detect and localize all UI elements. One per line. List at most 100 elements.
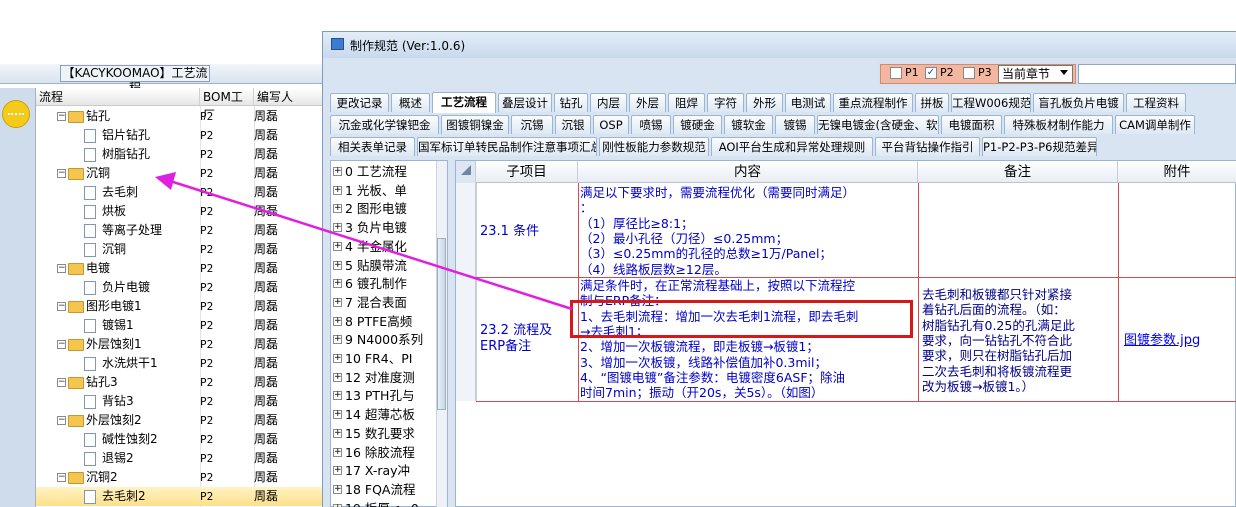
- chapter-item[interactable]: +8 PTFE高频: [333, 312, 447, 331]
- chat-bubble-icon[interactable]: [2, 100, 30, 128]
- tab-tabs_row1-8[interactable]: 字符: [707, 93, 744, 112]
- tree-row[interactable]: − 钻孔 P2 周磊: [36, 107, 326, 126]
- chapter-item[interactable]: +18 FQA流程: [333, 480, 447, 499]
- header-content[interactable]: 内容: [578, 161, 918, 183]
- row2-subitem-line1[interactable]: 23.2 流程及: [480, 323, 552, 338]
- tree-row[interactable]: 镀锡1 P2 周磊: [36, 316, 326, 335]
- search-input[interactable]: [1078, 64, 1236, 84]
- expand-toggle-icon[interactable]: −: [57, 169, 66, 178]
- tab-tabs_row2-12[interactable]: CAM调单制作: [1115, 115, 1195, 134]
- tab-tabs_row2-8[interactable]: 镀锡: [775, 115, 815, 134]
- tree-row[interactable]: 去毛刺 P2 周磊: [36, 183, 326, 202]
- chapter-item[interactable]: +9 N4000系列: [333, 330, 447, 349]
- column-header-author[interactable]: 编写人: [254, 88, 326, 106]
- p3-checkbox[interactable]: [963, 67, 975, 79]
- chapter-item[interactable]: +6 镀孔制作: [333, 274, 447, 293]
- expand-plus-icon[interactable]: +: [333, 279, 342, 289]
- chapter-item[interactable]: +0 工艺流程: [333, 162, 447, 181]
- chapter-item[interactable]: +7 混合表面: [333, 293, 447, 312]
- tab-tabs_row1-0[interactable]: 更改记录: [330, 93, 389, 112]
- tree-row[interactable]: − 沉铜2 P2 周磊: [36, 468, 326, 487]
- chapter-item[interactable]: +16 除胶流程: [333, 443, 447, 462]
- expand-plus-icon[interactable]: +: [333, 223, 342, 233]
- tree-row[interactable]: 去毛刺2 P2 周磊: [36, 487, 326, 506]
- tree-row[interactable]: − 电镀 P2 周磊: [36, 259, 326, 278]
- chevron-down-icon[interactable]: [1060, 70, 1068, 75]
- expand-plus-icon[interactable]: +: [333, 503, 342, 507]
- tree-row[interactable]: 树脂钻孔 P2 周磊: [36, 145, 326, 164]
- column-header-process[interactable]: 流程: [36, 88, 200, 106]
- chapter-item[interactable]: +14 超薄芯板: [333, 405, 447, 424]
- tree-row[interactable]: 等离子处理 P2 周磊: [36, 221, 326, 240]
- chapter-scroll-thumb[interactable]: [437, 238, 446, 410]
- tree-row[interactable]: 碱性蚀刻2 P2 周磊: [36, 430, 326, 449]
- row-header-2[interactable]: [456, 277, 476, 401]
- tab-tabs_row3-1[interactable]: 国军标订单转民品制作注意事项汇总: [417, 137, 597, 156]
- select-all-corner[interactable]: [456, 161, 476, 183]
- tab-tabs_row1-7[interactable]: 阻焊: [668, 93, 705, 112]
- expand-toggle-icon[interactable]: −: [57, 378, 66, 387]
- expand-plus-icon[interactable]: +: [333, 391, 342, 401]
- tab-tabs_row3-5[interactable]: P1-P2-P3-P6规范差异: [982, 137, 1097, 156]
- chapter-item[interactable]: +19 板厚<=0: [333, 499, 447, 507]
- chapter-item[interactable]: +13 PTH孔与: [333, 386, 447, 405]
- attachment-filename[interactable]: 图镀参数.jpg: [1124, 333, 1200, 348]
- tab-tabs_row1-6[interactable]: 外层: [629, 93, 666, 112]
- chapter-item[interactable]: +17 X-ray冲: [333, 461, 447, 480]
- tab-tabs_row2-6[interactable]: 镀硬金: [673, 115, 722, 134]
- tab-tabs_row1-10[interactable]: 电测试: [785, 93, 831, 112]
- tab-tabs_row3-4[interactable]: 平台背钻操作指引: [875, 137, 980, 156]
- tab-tabs_row1-4[interactable]: 钻孔: [554, 93, 588, 112]
- tree-row[interactable]: − 图形电镀1 P2 周磊: [36, 297, 326, 316]
- tree-row[interactable]: 水洗烘干1 P2 周磊: [36, 354, 326, 373]
- tree-row[interactable]: 沉铜 P2 周磊: [36, 240, 326, 259]
- expand-plus-icon[interactable]: +: [333, 241, 342, 251]
- expand-toggle-icon[interactable]: −: [57, 416, 66, 425]
- tab-tabs_row1-9[interactable]: 外形: [746, 93, 783, 112]
- tab-tabs_row1-3[interactable]: 叠层设计: [498, 93, 552, 112]
- chapter-item[interactable]: +5 贴膜带流: [333, 256, 447, 275]
- tree-row[interactable]: − 外层蚀刻1 P2 周磊: [36, 335, 326, 354]
- tree-row[interactable]: 铝片钻孔 P2 周磊: [36, 126, 326, 145]
- tab-tabs_row1-15[interactable]: 工程资料: [1126, 93, 1186, 112]
- expand-toggle-icon[interactable]: −: [57, 112, 66, 121]
- expand-plus-icon[interactable]: +: [333, 372, 342, 382]
- chapter-item[interactable]: +12 对准度测: [333, 368, 447, 387]
- tab-tabs_row2-3[interactable]: 沉银: [555, 115, 591, 134]
- expand-toggle-icon[interactable]: −: [57, 340, 66, 349]
- chapter-item[interactable]: +2 图形电镀: [333, 199, 447, 218]
- tree-row[interactable]: 烘板 P2 周磊: [36, 202, 326, 221]
- tree-row[interactable]: 退锡2 P2 周磊: [36, 449, 326, 468]
- header-remark[interactable]: 备注: [918, 161, 1118, 183]
- tab-tabs_row2-1[interactable]: 图镀铜镍金: [441, 115, 509, 134]
- tab-tabs_row3-0[interactable]: 相关表单记录: [330, 137, 415, 156]
- tree-row[interactable]: − 钻孔3 P2 周磊: [36, 373, 326, 392]
- p2-checkbox[interactable]: ✓: [925, 67, 937, 79]
- expand-plus-icon[interactable]: +: [333, 428, 342, 438]
- tab-tabs_row2-2[interactable]: 沉锡: [511, 115, 553, 134]
- tree-row[interactable]: 负片电镀 P2 周磊: [36, 278, 326, 297]
- tab-tabs_row2-5[interactable]: 喷锡: [631, 115, 671, 134]
- tab-tabs_row1-14[interactable]: 盲孔板负片电镀: [1033, 93, 1124, 112]
- chapter-item[interactable]: +1 光板、单: [333, 181, 447, 200]
- tree-row[interactable]: − 外层蚀刻2 P2 周磊: [36, 411, 326, 430]
- expand-plus-icon[interactable]: +: [333, 466, 342, 476]
- chapter-item[interactable]: +4 半金属化: [333, 237, 447, 256]
- expand-toggle-icon[interactable]: −: [57, 264, 66, 273]
- header-subitem[interactable]: 子项目: [476, 161, 578, 183]
- row-header-1[interactable]: [456, 183, 476, 277]
- expand-plus-icon[interactable]: +: [333, 260, 342, 270]
- tab-tabs_row2-7[interactable]: 镀软金: [724, 115, 773, 134]
- expand-plus-icon[interactable]: +: [333, 167, 342, 176]
- chapter-item[interactable]: +3 负片电镀: [333, 218, 447, 237]
- tab-tabs_row1-2[interactable]: 工艺流程: [432, 92, 496, 113]
- column-header-bom[interactable]: BOM工厂: [200, 88, 254, 122]
- tab-tabs_row2-4[interactable]: OSP: [593, 115, 629, 134]
- p1-checkbox[interactable]: [890, 67, 902, 79]
- tab-tabs_row2-0[interactable]: 沉金或化学镍钯金: [330, 115, 439, 134]
- expand-plus-icon[interactable]: +: [333, 410, 342, 420]
- tab-tabs_row2-9[interactable]: 无镍电镀金(含硬金、软金): [817, 115, 939, 134]
- expand-plus-icon[interactable]: +: [333, 354, 342, 363]
- tab-tabs_row1-5[interactable]: 内层: [590, 93, 627, 112]
- expand-plus-icon[interactable]: +: [333, 204, 342, 214]
